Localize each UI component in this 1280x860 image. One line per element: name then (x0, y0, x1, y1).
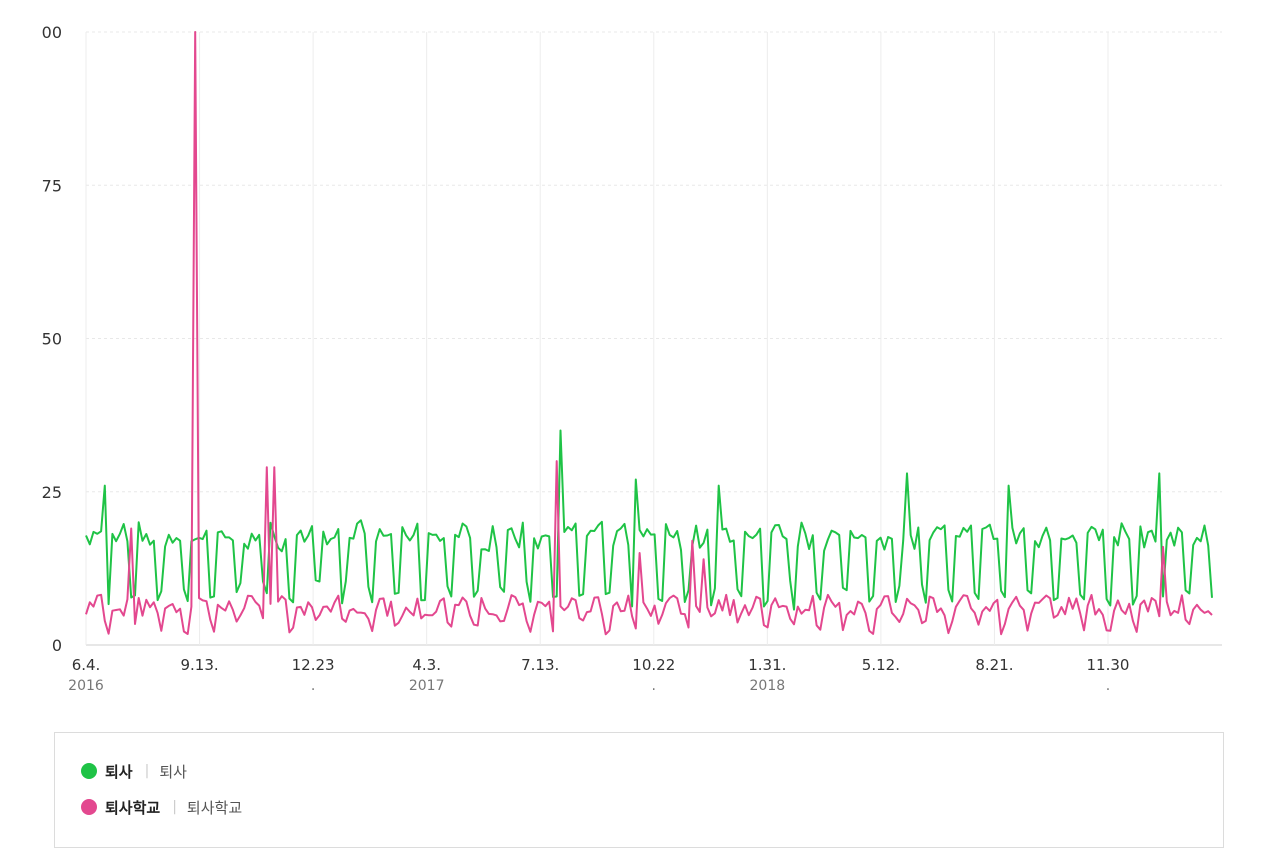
y-tick-label: 00 (42, 23, 62, 42)
x-tick-label: 11.30 (1087, 656, 1130, 674)
legend-desc: 퇴사 (159, 762, 187, 781)
legend-desc: 퇴사학교 (186, 798, 243, 817)
legend-item-toesa-school[interactable]: 퇴사학교 | 퇴사학교 (81, 795, 242, 819)
y-tick-label: 25 (42, 483, 62, 502)
x-tick-sublabel: 2017 (409, 678, 445, 694)
x-tick-sublabel: 2018 (750, 678, 786, 694)
legend-dot-pink (81, 799, 97, 815)
y-tick-label: 50 (42, 330, 62, 349)
legend-dot-green (81, 763, 97, 779)
y-tick-label: 75 (42, 176, 62, 195)
line-chart: 00 75 50 25 0 6.4. 2016 9.13. 12.23. 4.3. 2017 7.1… (42, 23, 1222, 694)
legend-separator: | (172, 799, 177, 815)
x-tick-label: 6.4. (72, 656, 101, 674)
x-tick-label: 1.31. (748, 656, 786, 674)
x-tick-label: 5.12. (862, 656, 900, 674)
x-tick-sublabel: 2016 (68, 678, 104, 694)
x-tick-label: 9.13. (180, 656, 218, 674)
x-tick-label: 4.3. (412, 656, 441, 674)
series-line-toesa (85, 429, 1213, 611)
x-axis: 6.4. 2016 9.13. 12.23. 4.3. 2017 7.13. 10.22. 1.… (68, 656, 1129, 694)
legend-name: 퇴사 (105, 762, 133, 781)
x-tick-sublabel: . (652, 678, 656, 694)
x-tick-label: 12.23 (292, 656, 335, 674)
y-tick-label: 0 (52, 636, 62, 655)
series-line-toesa-school (85, 31, 1213, 636)
legend-name: 퇴사학교 (105, 798, 161, 817)
x-tick-label: 7.13. (521, 656, 559, 674)
legend-item-toesa[interactable]: 퇴사 | 퇴사 (81, 759, 187, 783)
x-tick-label: 10.22 (632, 656, 675, 674)
series-lines (85, 31, 1213, 636)
x-tick-sublabel: . (1106, 678, 1110, 694)
legend-separator: | (144, 763, 150, 779)
legend: 퇴사 | 퇴사 퇴사학교 | 퇴사학교 (54, 732, 1224, 848)
x-tick-label: 8.21. (975, 656, 1013, 674)
y-axis: 00 75 50 25 0 (42, 23, 62, 655)
x-tick-sublabel: . (311, 678, 315, 694)
